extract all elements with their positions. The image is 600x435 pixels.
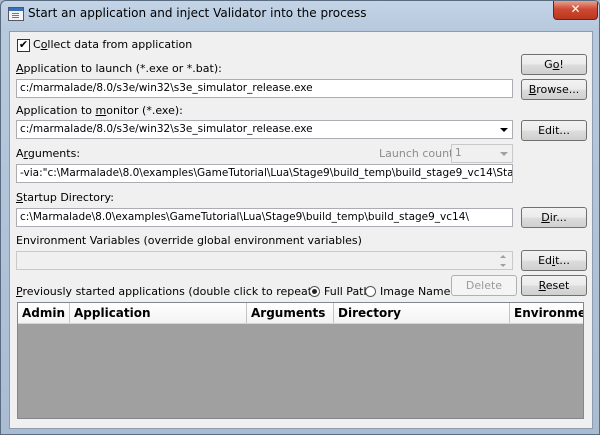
go-button[interactable]: Go!: [521, 54, 587, 75]
title-bar[interactable]: Start an application and inject Validato…: [1, 1, 599, 27]
environment-textbox: [16, 251, 513, 270]
full-path-label[interactable]: Full Path: [324, 285, 370, 298]
environment-scrollbar: [496, 253, 511, 269]
launch-count-value: 1: [455, 147, 462, 159]
go-label-post: !: [559, 58, 564, 71]
monitor-label-pre: Application to: [16, 104, 96, 117]
scroll-down-icon: [500, 264, 506, 267]
browse-label-post: rowse...: [536, 83, 580, 96]
list-header: Admin Application Arguments Directory En…: [18, 303, 583, 324]
column-header-directory[interactable]: Directory: [334, 303, 510, 323]
launch-label-mnemonic: A: [16, 62, 24, 75]
go-label-pre: G: [544, 58, 553, 71]
arguments-input[interactable]: -via:"c:\Marmalade\8.0\examples\GameTuto…: [16, 164, 513, 183]
arguments-label-pre: A: [16, 147, 24, 160]
edit-monitor-button[interactable]: Edit...: [521, 120, 587, 141]
dialog-client-area: ✔ Collect data from application Applicat…: [9, 31, 593, 429]
previous-apps-list[interactable]: Admin Application Arguments Directory En…: [17, 302, 584, 419]
image-name-label[interactable]: Image Name: [380, 285, 450, 298]
column-header-admin[interactable]: Admin: [18, 303, 70, 323]
monitor-combobox[interactable]: c:/marmalade/8.0/s3e/win32\s3e_simulator…: [16, 120, 513, 139]
scroll-up-icon: [500, 255, 506, 258]
edit-env-label-pre: Ed: [538, 254, 553, 267]
monitor-value: c:/marmalade/8.0/s3e/win32\s3e_simulator…: [20, 123, 313, 135]
chevron-down-icon[interactable]: [496, 122, 511, 137]
edit-environment-button[interactable]: Edit...: [521, 250, 587, 271]
edit-env-label-post: t...: [555, 254, 570, 267]
monitor-label: Application to monitor (*.exe):: [16, 104, 183, 117]
column-header-application[interactable]: Application: [70, 303, 247, 323]
monitor-label-post: onitor (*.exe):: [106, 104, 183, 117]
collect-label-post: llect data from application: [47, 38, 193, 51]
app-window-icon: [8, 7, 24, 21]
reset-button[interactable]: Reset: [521, 275, 587, 296]
launch-count-combobox: 1: [451, 144, 513, 163]
launch-label: Application to launch (*.exe or *.bat):: [16, 62, 222, 75]
full-path-radio[interactable]: [309, 286, 320, 297]
monitor-label-mnemonic: m: [95, 104, 107, 117]
image-name-radio[interactable]: [365, 286, 376, 297]
column-header-environment[interactable]: Environment: [510, 303, 583, 323]
close-button[interactable]: ✕: [553, 1, 598, 20]
startup-dir-label: Startup Directory:: [16, 191, 114, 204]
dir-label-post: ir...: [549, 211, 567, 224]
dir-label-mnemonic: D: [541, 211, 550, 224]
window-title: Start an application and inject Validato…: [28, 6, 367, 20]
previous-apps-label: Previously started applications (double …: [16, 285, 316, 298]
collect-data-label[interactable]: Collect data from application: [33, 38, 192, 51]
chevron-down-icon: [496, 146, 511, 161]
collect-label-pre: C: [33, 38, 41, 51]
startup-label-post: tartup Directory:: [22, 191, 114, 204]
reset-label-post: eset: [545, 279, 570, 292]
launch-input[interactable]: c:/marmalade/8.0/s3e/win32\s3e_simulator…: [16, 79, 513, 98]
environment-label: Environment Variables (override global e…: [16, 234, 362, 247]
browse-button[interactable]: Browse...: [521, 79, 587, 100]
reset-label-mnemonic: R: [538, 279, 546, 292]
launch-count-label: Launch count:: [379, 147, 458, 160]
startup-dir-input[interactable]: c:\Marmalade\8.0\examples\GameTutorial\L…: [16, 208, 513, 227]
arguments-label-post: guments:: [27, 147, 81, 160]
previous-label-post: reviously started applications (double c…: [22, 285, 317, 298]
column-header-arguments[interactable]: Arguments: [247, 303, 334, 323]
launch-label-post: pplication to launch (*.exe or *.bat):: [23, 62, 222, 75]
delete-button: Delete: [451, 275, 517, 296]
dir-button[interactable]: Dir...: [521, 207, 587, 228]
startup-label-mnemonic: S: [16, 191, 23, 204]
validator-launch-dialog: Start an application and inject Validato…: [0, 0, 600, 435]
arguments-label: Arguments:: [16, 147, 80, 160]
collect-data-checkbox[interactable]: ✔: [17, 39, 30, 52]
